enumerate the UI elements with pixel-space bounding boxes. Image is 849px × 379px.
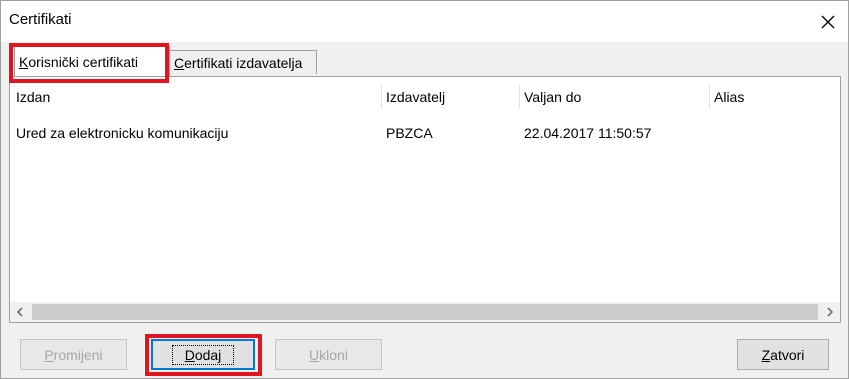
add-button[interactable]: Dodaj (151, 339, 255, 370)
button-label: atvori (770, 346, 805, 363)
tab-issuer-certificates[interactable]: Certifikati izdavatelja (169, 50, 317, 74)
window-title: Certifikati (9, 11, 72, 28)
cell-issuer: PBZCA (386, 125, 433, 141)
tab-label: ertifikati izdavatelja (184, 54, 303, 71)
chevron-left-icon (16, 307, 23, 317)
column-header-valid-until[interactable]: Valjan do (520, 85, 710, 109)
focus-rect: Dodaj (171, 344, 235, 365)
remove-button[interactable]: Ukloni (275, 339, 382, 370)
button-hotkey: U (309, 346, 320, 363)
title-bar: Certifikati (1, 1, 848, 42)
button-label: kloni (319, 346, 348, 363)
button-hotkey: P (44, 346, 54, 363)
close-window-button[interactable] (808, 1, 848, 42)
tab-hotkey: K (19, 53, 29, 70)
close-button[interactable]: Zatvori (737, 339, 829, 370)
scroll-thumb[interactable] (32, 304, 818, 320)
button-label: odaj (194, 346, 222, 363)
tab-user-certificates[interactable]: Korisnički certifikati (14, 46, 170, 76)
tab-strip: Korisnički certifikati Certifikati izdav… (9, 46, 839, 76)
horizontal-scrollbar[interactable] (10, 302, 840, 322)
close-icon (821, 15, 835, 28)
cell-issued-to: Ured za elektronicku komunikaciju (16, 125, 229, 141)
button-hotkey: D (184, 346, 195, 363)
tab-label: orisnički certifikati (28, 53, 139, 70)
change-button[interactable]: Promijeni (20, 339, 127, 370)
list-header: Izdan Izdavatelj Valjan do Alias (10, 85, 840, 109)
scroll-right-button[interactable] (820, 302, 840, 322)
column-header-issuer[interactable]: Izdavatelj (382, 85, 520, 109)
column-header-alias[interactable]: Alias (710, 85, 840, 109)
table-row[interactable]: Ured za elektronicku komunikaciju PBZCA … (10, 121, 840, 145)
button-hotkey: Z (761, 346, 771, 363)
certificate-list[interactable]: Izdan Izdavatelj Valjan do Alias Ured za… (9, 76, 841, 323)
chevron-right-icon (827, 307, 834, 317)
tab-hotkey: C (174, 54, 185, 71)
scroll-left-button[interactable] (10, 302, 30, 322)
column-header-issued-to[interactable]: Izdan (12, 85, 382, 109)
button-label: romijeni (53, 346, 103, 363)
certificates-dialog: Certifikati Korisnički certifikati Certi… (0, 0, 849, 379)
cell-valid-until: 22.04.2017 11:50:57 (524, 125, 652, 141)
